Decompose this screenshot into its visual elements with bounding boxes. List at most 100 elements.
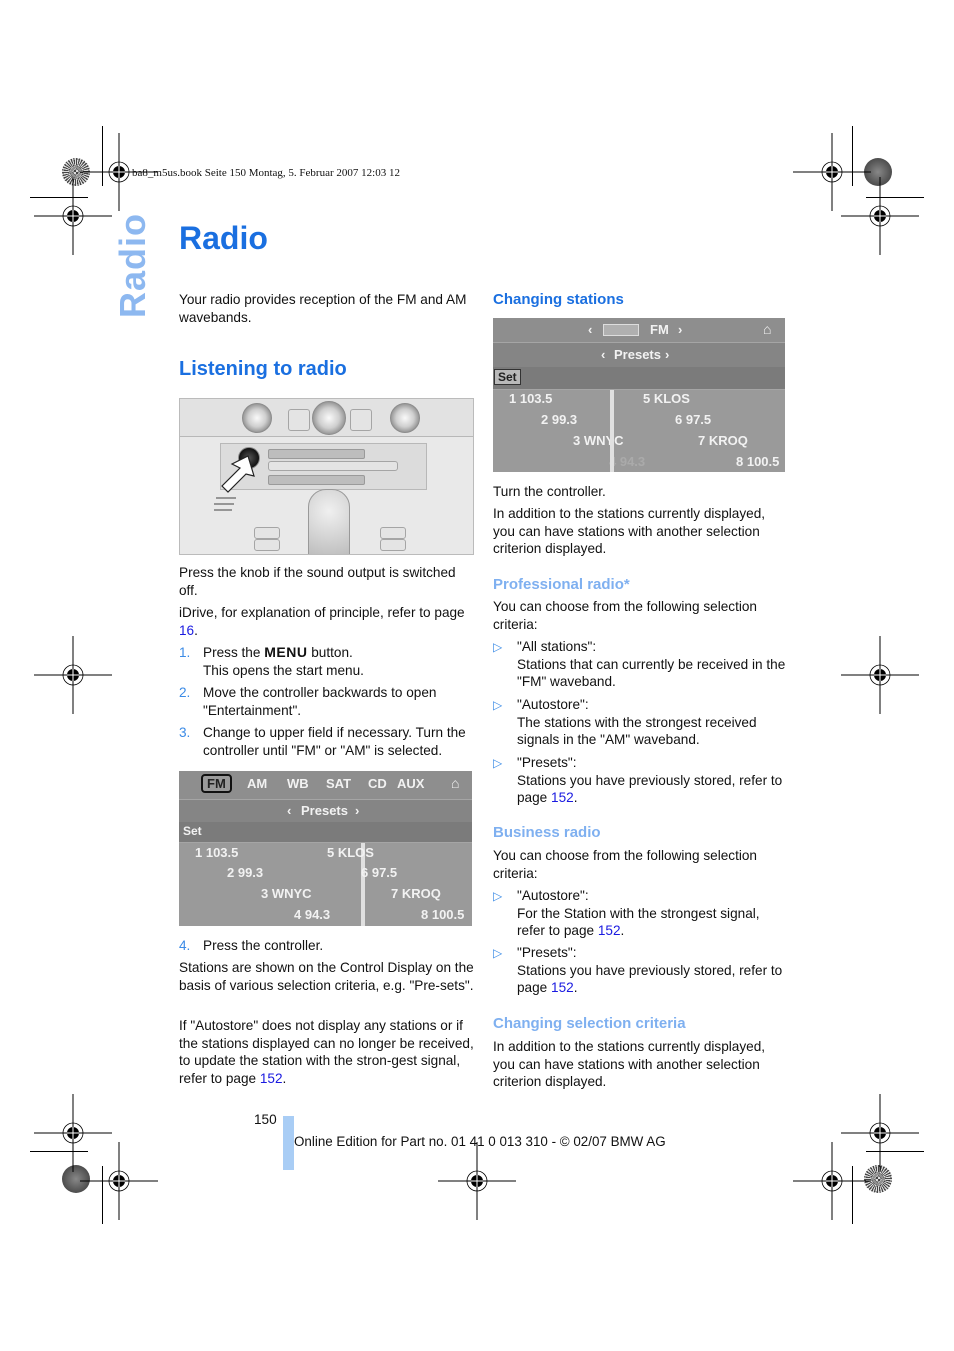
idrive-text: iDrive, for explanation of principle, re… [179,605,465,620]
turn-controller-text: Turn the controller. [493,484,606,499]
section-heading-business: Business radio [493,824,601,841]
step-text: Press the [203,645,265,660]
home-icon[interactable]: ⌂ [451,775,459,791]
chevron-left-icon[interactable]: ‹ [588,322,592,337]
chevron-right-icon[interactable]: › [665,347,669,362]
console-button [380,539,406,551]
band-label[interactable]: FM [650,322,669,337]
console-button [350,409,372,431]
station-item[interactable]: 6 97.5 [675,412,711,427]
station-list: 1 103.5 2 99.3 3 WNYC 4 94.3 5 KLOS 6 97… [493,390,785,472]
station-item[interactable]: 1 103.5 [509,391,552,406]
station-item[interactable]: 2 99.3 [541,412,577,427]
step-number: 4. [179,938,191,953]
station-item[interactable]: 4 94.3 [294,907,330,922]
press-knob-text: Press the knob if the sound output is sw… [179,565,456,598]
preset-buttons [268,461,398,471]
criteria-title: "All stations": [517,639,597,654]
professional-intro: You can choose from the following select… [493,599,757,632]
cd-slot [268,449,365,459]
page-link[interactable]: 152 [598,923,621,938]
tab-sat[interactable]: SAT [326,776,351,791]
chevron-left-icon[interactable]: ‹ [601,347,605,362]
station-item[interactable]: 8 100.5 [736,454,779,469]
criteria-item: ▷ "Presets": Stations you have previously… [493,755,783,806]
step-number: 1. [179,645,191,660]
section-heading-professional: Professional radio* [493,576,630,593]
triangle-bullet-icon: ▷ [493,756,503,770]
set-button[interactable]: Set [494,369,521,385]
registration-mark-icon [438,1142,516,1220]
footer-accent-bar [283,1116,294,1170]
menu-button-icon: MENU [264,644,308,660]
page-link[interactable]: 152 [551,980,574,995]
tab-wb[interactable]: WB [287,776,309,791]
chevron-right-icon[interactable]: › [355,803,359,818]
console-button [288,409,310,431]
section-heading-changing-stations: Changing stations [493,291,624,308]
station-item[interactable]: 2 99.3 [227,865,263,880]
step-2: 2. Move the controller backwards to open… [179,684,436,718]
criteria-title: "Presets": [517,755,577,770]
business-intro: You can choose from the following select… [493,848,757,881]
tab-am[interactable]: AM [247,776,267,791]
triangle-bullet-icon: ▷ [493,640,503,654]
station-item[interactable]: 5 KLOS [643,391,690,406]
selector-row[interactable]: ‹ Presets › [493,343,785,367]
in-addition-text: In addition to the stations currently di… [493,506,766,557]
page-link[interactable]: 152 [551,790,574,805]
station-item[interactable]: 7 KROQ [391,886,441,901]
home-icon[interactable]: ⌂ [763,321,771,337]
chevron-left-icon[interactable]: ‹ [287,803,291,818]
station-item[interactable]: 1 103.5 [195,845,238,860]
set-button[interactable]: Set [183,824,202,838]
tab-aux[interactable]: AUX [397,776,424,791]
step-number: 2. [179,685,191,700]
band-icon [603,324,639,336]
criteria-item: ▷ "Autostore": For the Station with the s… [493,888,760,939]
chevron-right-icon[interactable]: › [678,322,682,337]
criteria-title: "Autostore": [517,888,589,903]
criteria-title: "Presets": [517,945,577,960]
registration-mark-icon [34,636,112,714]
stations-shown-text: Stations are shown on the Control Displa… [179,960,474,993]
autostore-note: If "Autostore" does not display any stat… [179,1017,474,1087]
control-display-right: ‹ FM › ⌂ ‹ Presets › Set 1 103.5 2 99.3 … [493,318,785,472]
arrow-icon [214,455,255,511]
station-list: 1 103.5 2 99.3 3 WNYC 4 94.3 5 KLOS 6 97… [179,843,472,926]
set-row: Set [179,822,472,842]
station-item[interactable]: 7 KROQ [698,433,748,448]
gear-selector [308,489,350,554]
punct: . [282,1070,287,1086]
control-knob [242,403,272,433]
cd-slot [268,475,365,485]
station-item[interactable]: 3 WNYC [261,886,312,901]
page-link[interactable]: 16 [179,623,194,638]
page-title: Radio [179,220,268,256]
list-divider [610,390,614,472]
tab-fm[interactable]: FM [201,774,232,793]
page-link[interactable]: 152 [260,1071,283,1086]
selector-label[interactable]: Presets [614,347,661,362]
page-number: 150 [254,1112,277,1127]
control-knob [390,403,420,433]
criteria-item: ▷ "Presets": Stations you have previously… [493,945,783,996]
criteria-desc: The stations with the strongest received… [517,714,757,748]
station-item[interactable]: 4 94.3 [609,454,645,469]
tab-cd[interactable]: CD [368,776,387,791]
registration-mark-icon [793,1142,871,1220]
section-heading-listening: Listening to radio [179,358,347,380]
side-tab-label: Radio [112,212,153,318]
station-item[interactable]: 6 97.5 [361,865,397,880]
station-item[interactable]: 3 WNYC [573,433,624,448]
triangle-bullet-icon: ▷ [493,889,503,903]
triangle-bullet-icon: ▷ [493,698,503,712]
station-item[interactable]: 5 KLOS [327,845,374,860]
band-row: ‹ FM › ⌂ [493,318,785,342]
criteria-item: ▷ "All stations": Stations that can curre… [493,638,785,689]
punct: . [194,622,198,638]
selector-label[interactable]: Presets [301,803,348,818]
station-item[interactable]: 8 100.5 [421,907,464,922]
selector-row[interactable]: ‹ Presets › [179,800,472,822]
step-3: 3. Change to upper field if necessary. T… [179,724,466,758]
